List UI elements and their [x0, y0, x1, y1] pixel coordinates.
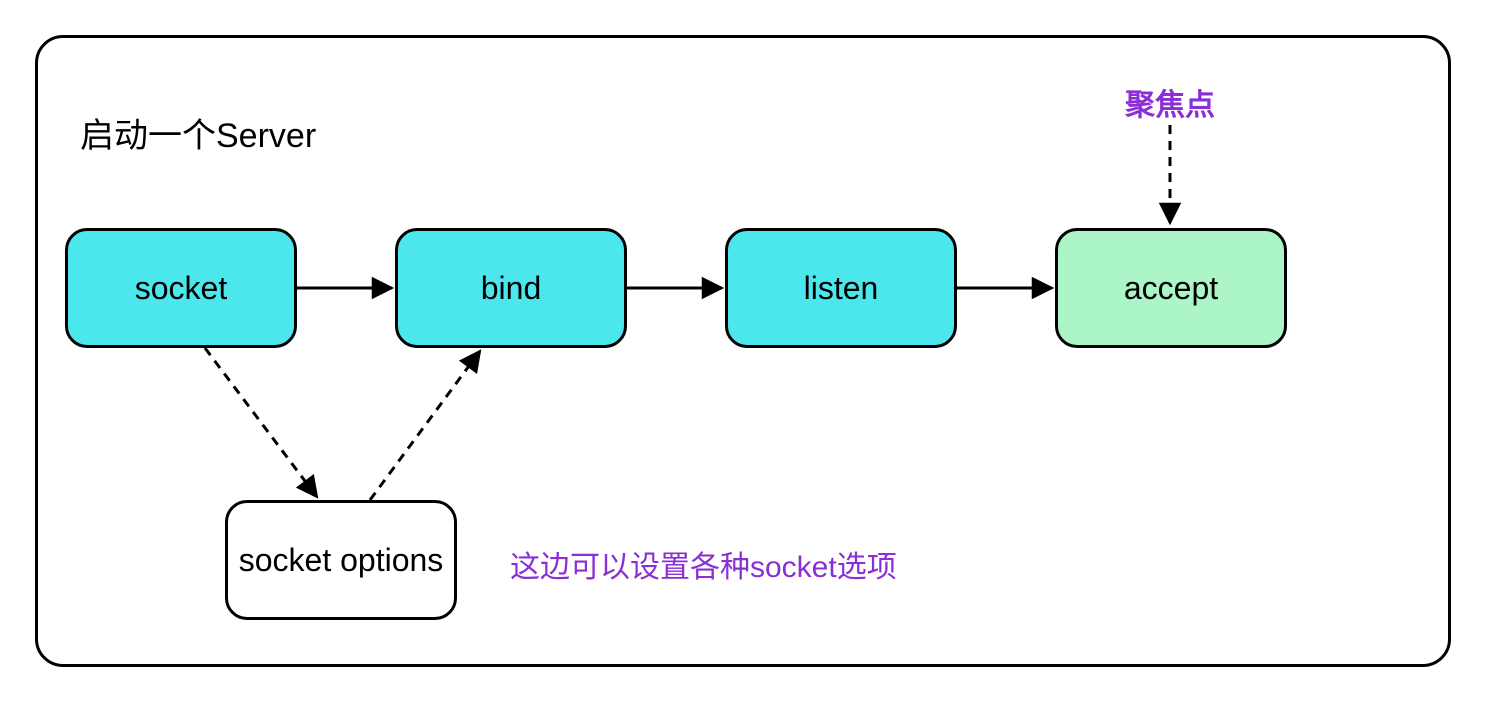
diagram-canvas: 启动一个Server socket bind listen accept soc…	[0, 0, 1486, 702]
node-socket-options: socket options	[225, 500, 457, 620]
node-socket-label: socket	[135, 270, 227, 307]
label-options-note: 这边可以设置各种socket选项	[510, 542, 897, 586]
node-listen: listen	[725, 228, 957, 348]
node-accept: accept	[1055, 228, 1287, 348]
node-socket-options-label: socket options	[239, 542, 444, 579]
node-socket: socket	[65, 228, 297, 348]
node-accept-label: accept	[1124, 270, 1218, 307]
node-listen-label: listen	[804, 270, 879, 307]
container-title: 启动一个Server	[80, 108, 316, 157]
node-bind: bind	[395, 228, 627, 348]
label-focus-point: 聚焦点	[1125, 80, 1215, 124]
node-bind-label: bind	[481, 270, 542, 307]
